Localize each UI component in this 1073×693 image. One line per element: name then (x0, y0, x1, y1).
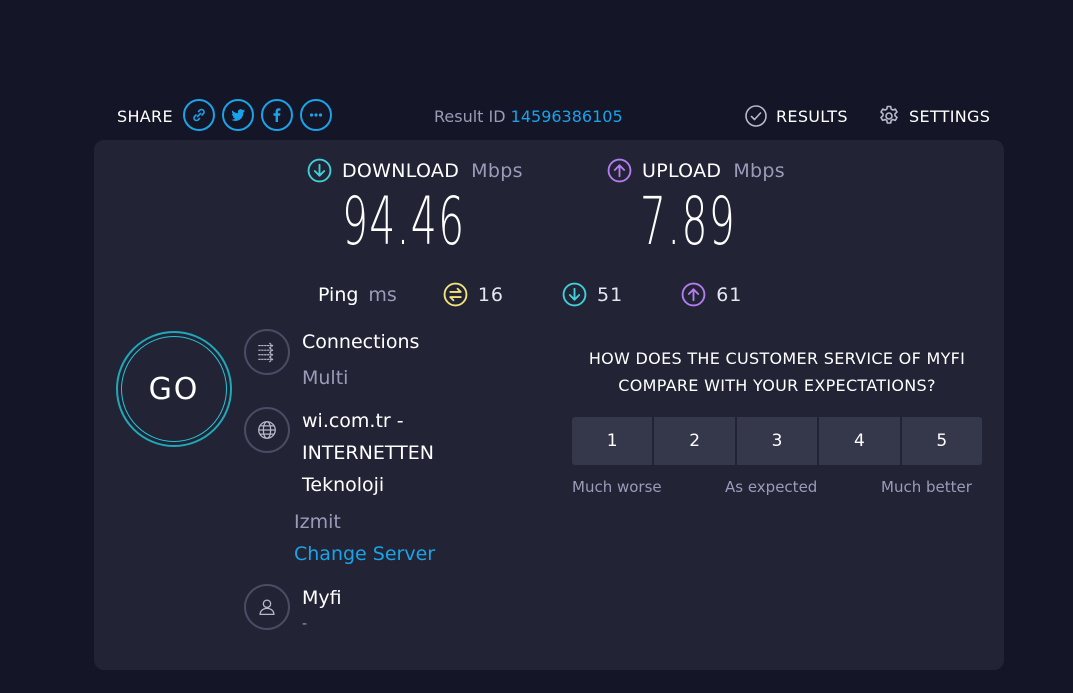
upload-unit: Mbps (733, 159, 785, 182)
result-id-label: Result ID (434, 107, 506, 126)
settings-label: SETTINGS (909, 106, 991, 126)
multi-connection-icon (258, 342, 274, 363)
results-button[interactable]: RESULTS (744, 104, 848, 128)
share-facebook-button[interactable] (261, 99, 293, 131)
server-icon (244, 407, 290, 453)
provider-name: Myfi (302, 587, 342, 609)
ping-download-value: 51 (597, 283, 624, 306)
upload-metric: UPLOAD Mbps 7.89 (607, 158, 795, 257)
share-label: SHARE (117, 107, 173, 126)
scale-label-high: Much better (881, 478, 972, 496)
rating-option-4[interactable]: 4 (819, 417, 900, 465)
provider-ip: - (302, 616, 308, 632)
result-id-link[interactable]: 14596386105 (511, 107, 623, 126)
connections-icon (244, 329, 290, 375)
server-name-line1: wi.com.tr - (302, 410, 404, 432)
download-label: DOWNLOAD (342, 159, 460, 182)
link-icon (193, 108, 205, 122)
connections-value: Multi (302, 367, 349, 389)
upload-arrow-icon (607, 158, 632, 183)
scale-label-mid: As expected (725, 478, 818, 496)
result-id: Result ID 14596386105 (434, 107, 623, 126)
ping-download: 51 (562, 282, 623, 307)
connections-title: Connections (302, 331, 420, 353)
survey-question: HOW DOES THE CUSTOMER SERVICE OF MYFI CO… (572, 345, 982, 399)
download-value: 94.46 (342, 183, 466, 260)
survey-question-line1: HOW DOES THE CUSTOMER SERVICE OF MYFI (588, 349, 966, 368)
download-metric: DOWNLOAD Mbps 94.46 (307, 158, 541, 257)
twitter-icon (231, 109, 245, 121)
change-server-link[interactable]: Change Server (294, 543, 435, 565)
ping-row: Ping ms 16 51 61 (318, 282, 800, 307)
check-circle-icon (745, 105, 767, 127)
share-link-button[interactable] (183, 99, 215, 131)
download-unit: Mbps (471, 159, 523, 182)
server-name-line3: Teknoloji (302, 474, 385, 496)
server-name: wi.com.tr - INTERNETTEN Teknoloji (302, 405, 434, 501)
rating-option-2[interactable]: 2 (654, 417, 735, 465)
upload-label: UPLOAD (642, 159, 722, 182)
upload-value: 7.89 (640, 183, 737, 260)
more-icon (309, 113, 323, 117)
globe-icon (258, 421, 276, 439)
rating-scale: 1 2 3 4 5 (572, 417, 983, 465)
user-icon (259, 599, 275, 615)
go-button[interactable]: GO (116, 331, 232, 447)
ping-label: Ping (318, 283, 359, 306)
rating-option-3[interactable]: 3 (736, 417, 818, 465)
upload-latency-icon (681, 282, 706, 307)
rating-option-5[interactable]: 5 (901, 417, 983, 465)
gear-icon (880, 105, 898, 124)
facebook-icon (273, 108, 281, 122)
download-latency-icon (562, 282, 587, 307)
top-bar: SHARE Result ID 14596386105 RESULTS SETT… (117, 99, 997, 133)
idle-latency-icon (443, 282, 468, 307)
provider-icon (244, 584, 290, 630)
ping-unit: ms (368, 283, 397, 306)
survey-question-line2: COMPARE WITH YOUR EXPECTATIONS? (618, 376, 936, 395)
server-location: Izmit (294, 511, 341, 533)
ping-upload: 61 (681, 282, 742, 307)
share-twitter-button[interactable] (222, 99, 254, 131)
results-label: RESULTS (776, 106, 848, 126)
ping-idle-value: 16 (477, 283, 505, 306)
ping-idle: 16 (443, 282, 504, 307)
scale-label-low: Much worse (572, 478, 662, 496)
share-more-button[interactable] (300, 99, 332, 131)
rating-option-1[interactable]: 1 (572, 417, 653, 465)
go-label: GO (121, 336, 227, 442)
server-name-line2: INTERNETTEN (302, 442, 434, 464)
settings-button[interactable]: SETTINGS (877, 104, 990, 128)
results-card: DOWNLOAD Mbps 94.46 UPLOAD Mbps 7.89 Pin… (94, 140, 1004, 670)
ping-upload-value: 61 (716, 283, 743, 306)
download-arrow-icon (307, 158, 332, 183)
